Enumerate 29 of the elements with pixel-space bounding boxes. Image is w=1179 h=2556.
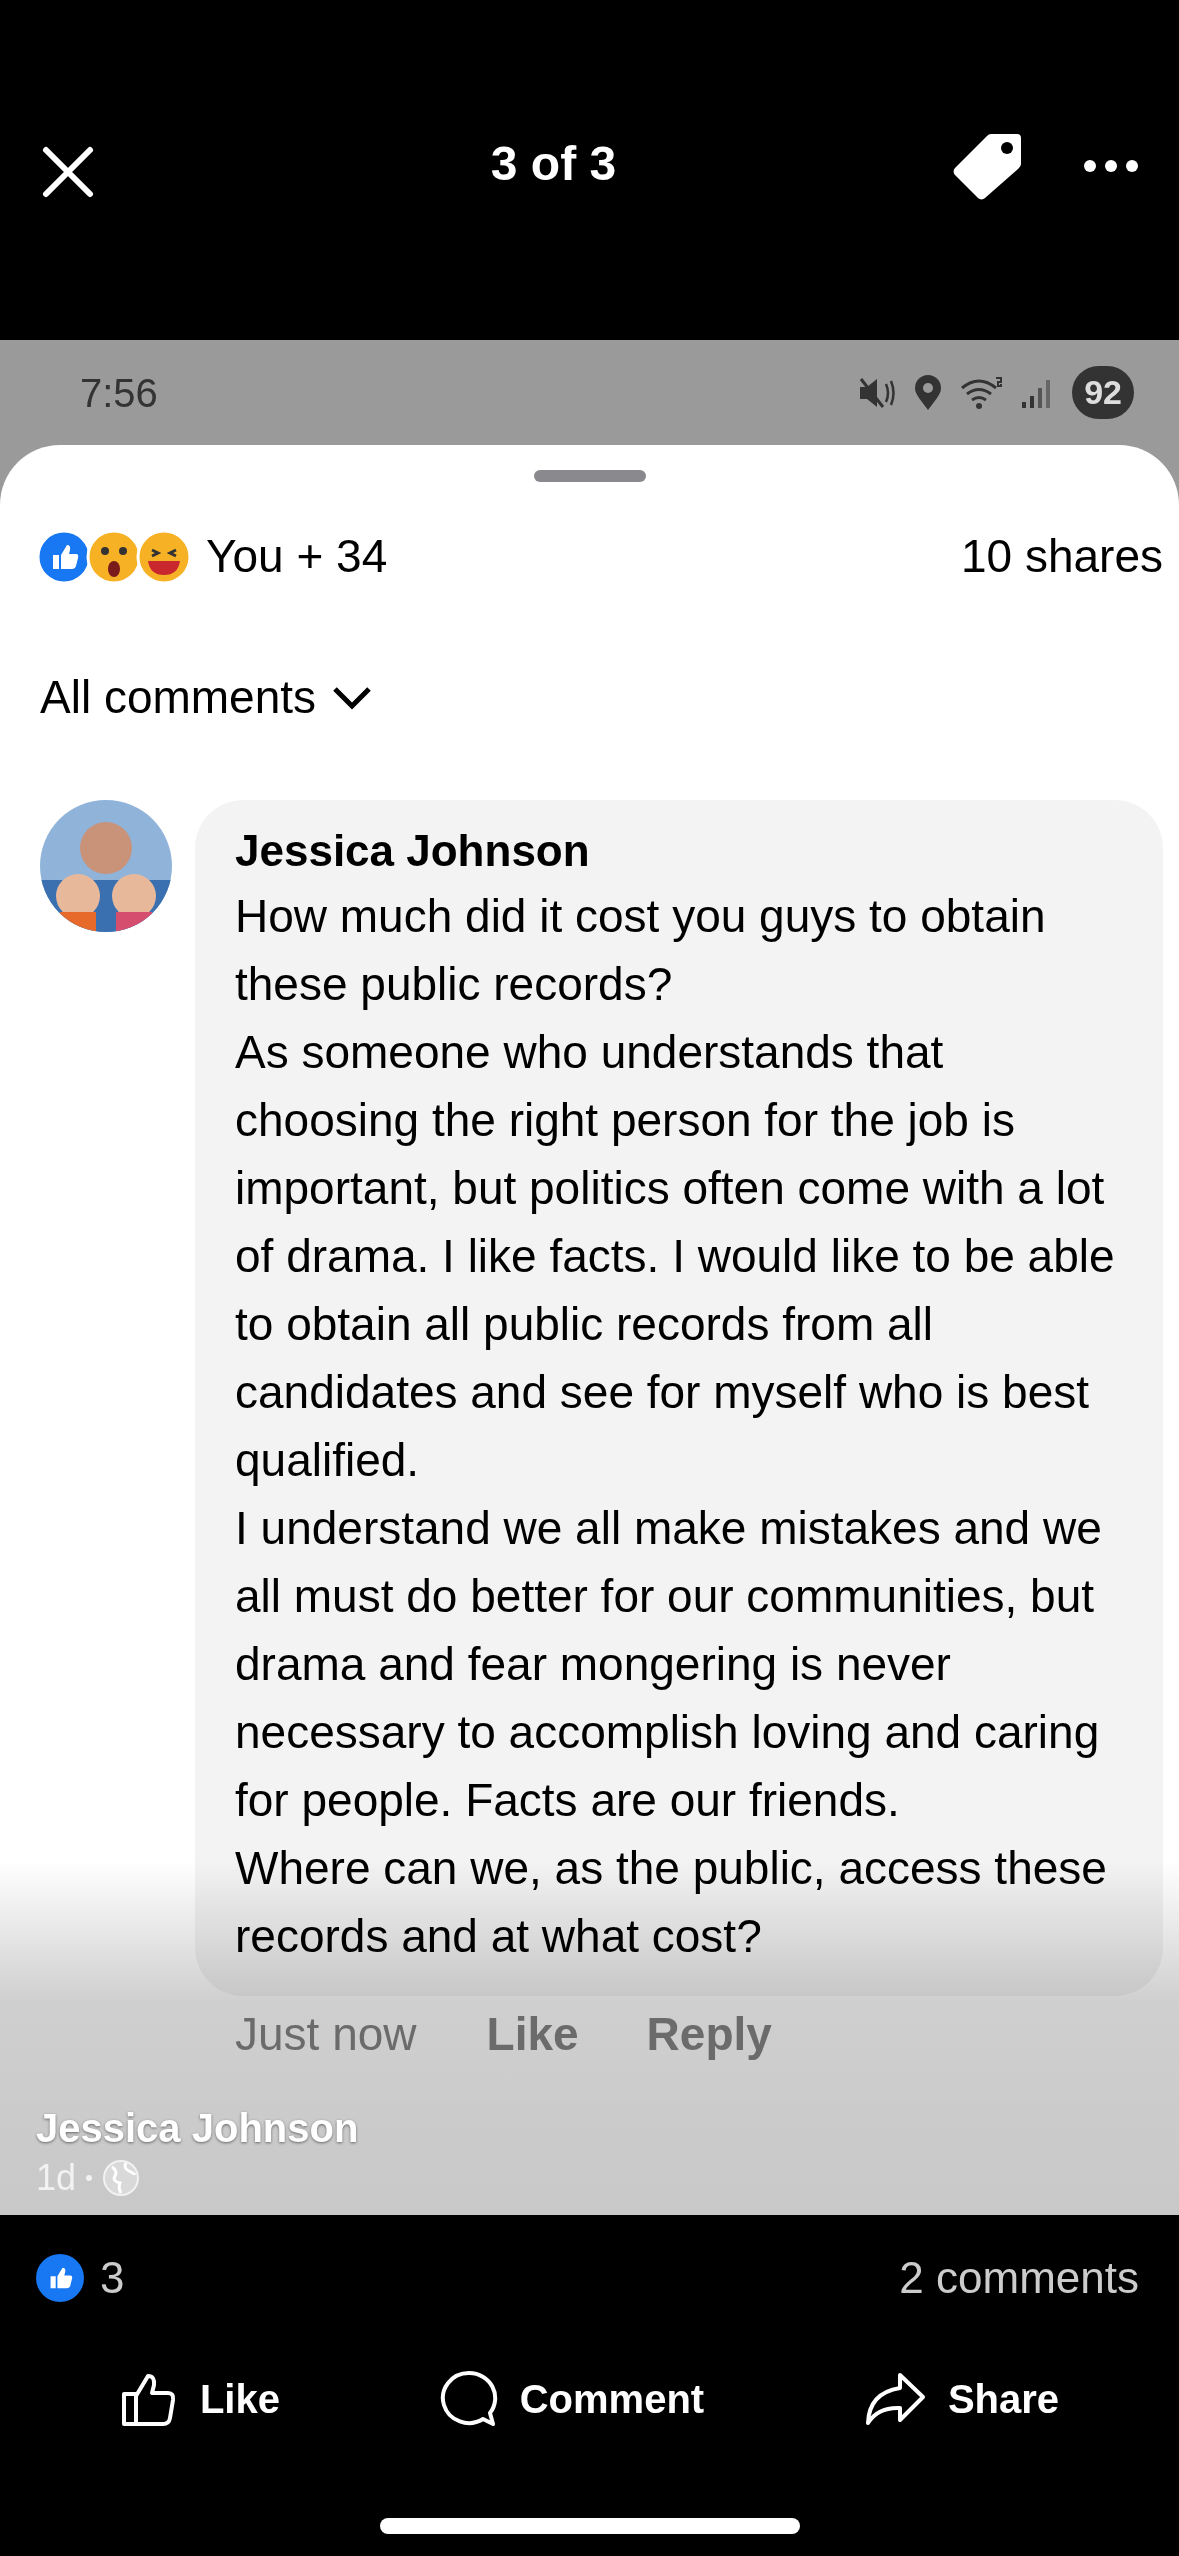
like-reaction-icon bbox=[36, 2254, 84, 2302]
comment-text: Where can we, as the public, access these records and at what cost? bbox=[235, 1841, 1108, 1964]
like-button[interactable]: Like bbox=[119, 2369, 280, 2429]
battery-level: 92 bbox=[1072, 366, 1134, 419]
comment-text: I understand we all make mistakes and we all must do better for our communities, but drama and fear mongering is never necessary to accomplish loving and caring for people. Facts are our friends. bbox=[235, 1501, 1103, 1828]
location-icon bbox=[914, 374, 943, 411]
viewer-title: 3 of 3 bbox=[490, 136, 617, 192]
chevron-down-icon[interactable] bbox=[332, 685, 373, 710]
more-icon[interactable] bbox=[1083, 159, 1139, 173]
share-button[interactable]: Share bbox=[863, 2369, 1060, 2429]
speech-bubble-icon bbox=[439, 2370, 498, 2428]
reaction-summary[interactable]: You + 34 bbox=[206, 522, 388, 591]
globe-icon bbox=[102, 2159, 141, 2197]
comments-filter[interactable]: All comments bbox=[40, 663, 317, 732]
comments-count[interactable]: 2 comments bbox=[899, 2245, 1139, 2311]
comment-author[interactable]: Jessica Johnson bbox=[235, 820, 1133, 882]
drag-handle[interactable] bbox=[533, 470, 646, 482]
likes-count[interactable]: 3 bbox=[100, 2245, 125, 2311]
comment-text: As someone who understands that choosing the right person for the job is important, but politics often come with a lot of drama. I like facts. I would like to be able to obtain all public records from all candidates and see for myself who is best qualified. bbox=[235, 1025, 1116, 1488]
wifi-icon bbox=[960, 375, 1003, 410]
status-time: 7:56 bbox=[80, 369, 158, 417]
share-arrow-icon bbox=[863, 2371, 926, 2427]
comment-button[interactable]: Comment bbox=[439, 2369, 705, 2429]
tag-icon[interactable] bbox=[951, 132, 1023, 200]
close-icon[interactable] bbox=[40, 144, 96, 200]
mute-icon bbox=[858, 375, 897, 410]
comment-text: How much did it cost you guys to obtain these public records? bbox=[235, 889, 1047, 1012]
shares-count[interactable]: 10 shares bbox=[961, 522, 1163, 591]
comment-time: Just now bbox=[235, 2007, 417, 2062]
